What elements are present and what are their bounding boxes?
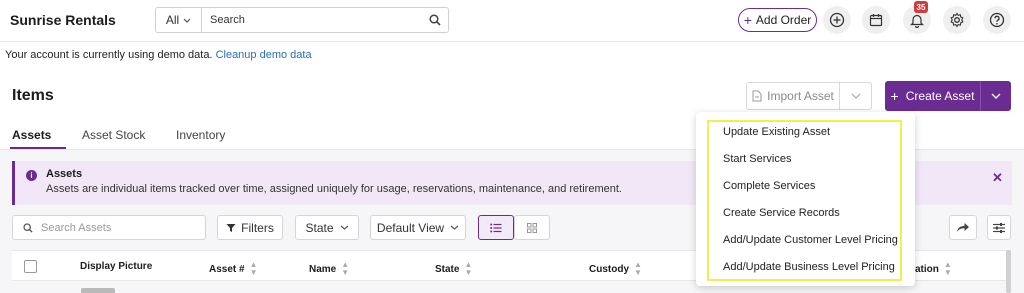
state-dropdown[interactable]: State	[295, 215, 359, 240]
create-dropdown-toggle[interactable]	[981, 81, 1011, 111]
menu-item-start-services[interactable]: Start Services	[723, 153, 791, 165]
info-banner-title: Assets	[46, 168, 83, 180]
view-label: Default View	[376, 220, 445, 235]
filters-label: Filters	[241, 220, 274, 235]
sliders-icon	[993, 222, 1005, 233]
calendar-icon[interactable]	[862, 6, 890, 34]
grid-view-toggle[interactable]	[514, 215, 550, 240]
search-assets-input[interactable]: Search Assets	[12, 215, 206, 240]
menu-item-update-existing-asset[interactable]: Update Existing Asset	[723, 126, 830, 138]
select-all-checkbox[interactable]	[24, 260, 37, 273]
add-circle-icon[interactable]	[823, 6, 851, 34]
state-label: State	[305, 220, 334, 235]
create-asset-label: Create Asset	[905, 89, 975, 103]
search-assets-placeholder: Search Assets	[41, 221, 112, 234]
tab-assets[interactable]: Assets	[12, 128, 51, 142]
import-asset-button: Import Asset	[746, 82, 872, 110]
top-bar: Sunrise Rentals All Search + Add Order 3…	[0, 0, 1024, 42]
column-settings-button[interactable]	[987, 215, 1011, 240]
active-tab-indicator	[10, 147, 66, 149]
column-location[interactable]: ation ▲ ▼	[915, 261, 952, 277]
column-label: State	[435, 263, 460, 275]
list-view-toggle[interactable]	[478, 215, 514, 240]
sort-icon: ▲ ▼	[464, 260, 473, 277]
page-title: Items	[12, 87, 54, 104]
plus-icon: +	[743, 12, 752, 28]
search-scope-select[interactable]: All	[156, 8, 202, 32]
asset-thumbnail	[81, 288, 115, 293]
column-custody[interactable]: Custody ▲ ▼	[589, 261, 642, 277]
chevron-down-icon	[340, 225, 348, 230]
add-order-label: Add Order	[755, 13, 812, 27]
create-asset-main[interactable]: + Create Asset	[885, 81, 981, 111]
highlight-box	[707, 120, 902, 281]
column-state[interactable]: State ▲ ▼	[435, 261, 472, 277]
import-dropdown-toggle[interactable]	[840, 83, 871, 109]
create-asset-menu: Update Existing Asset Start Services Com…	[696, 112, 915, 286]
search-input[interactable]: Search	[202, 14, 422, 26]
help-icon[interactable]	[983, 6, 1011, 34]
import-asset-main[interactable]: Import Asset	[747, 83, 840, 109]
gear-icon[interactable]	[943, 6, 971, 34]
filters-button[interactable]: Filters	[217, 215, 283, 240]
chevron-down-icon	[991, 93, 1001, 99]
tab-inventory[interactable]: Inventory	[176, 128, 225, 142]
info-icon: i	[26, 170, 37, 181]
global-search: All Search	[155, 7, 449, 33]
demo-notice-text: Your account is currently using demo dat…	[5, 49, 213, 61]
notification-badge: 35	[914, 1, 928, 13]
menu-item-create-service-records[interactable]: Create Service Records	[723, 207, 840, 219]
share-button[interactable]	[949, 215, 977, 240]
view-dropdown[interactable]: Default View	[370, 215, 466, 240]
column-label: Custody	[589, 263, 629, 275]
import-asset-label: Import Asset	[767, 89, 834, 103]
chevron-down-icon	[851, 93, 860, 99]
menu-item-customer-level-pricing[interactable]: Add/Update Customer Level Pricing	[723, 234, 898, 246]
sort-icon: ▲ ▼	[249, 260, 258, 277]
column-label: Display Picture	[80, 261, 153, 272]
plus-icon: +	[890, 88, 899, 104]
close-icon[interactable]: ✕	[992, 170, 1003, 186]
document-icon	[752, 90, 762, 102]
info-banner-description: Assets are individual items tracked over…	[46, 183, 622, 195]
create-asset-button: + Create Asset	[885, 81, 1011, 111]
sort-icon: ▲ ▼	[943, 260, 952, 277]
vertical-scrollbar[interactable]	[1006, 250, 1011, 293]
column-label: Asset #	[209, 263, 245, 275]
column-label: Name	[309, 263, 337, 275]
sort-icon: ▲ ▼	[634, 260, 642, 277]
add-order-button[interactable]: + Add Order	[738, 8, 817, 32]
funnel-icon	[226, 223, 236, 232]
column-display-picture[interactable]: Display Picture	[80, 261, 152, 272]
list-icon	[490, 223, 502, 232]
demo-notice: Your account is currently using demo dat…	[5, 49, 312, 61]
search-icon	[23, 222, 33, 233]
column-label: ation	[915, 263, 939, 275]
column-name[interactable]: Name ▲ ▼	[309, 261, 349, 277]
chevron-down-icon	[183, 18, 191, 23]
tab-asset-stock[interactable]: Asset Stock	[82, 128, 145, 142]
grid-icon	[527, 222, 537, 233]
column-asset-number[interactable]: Asset # ▲ ▼	[209, 261, 258, 277]
app-title[interactable]: Sunrise Rentals	[10, 12, 116, 28]
menu-item-complete-services[interactable]: Complete Services	[723, 180, 815, 192]
cleanup-demo-link[interactable]: Cleanup demo data	[216, 49, 312, 61]
search-scope-label: All	[165, 13, 180, 27]
sort-icon: ▲ ▼	[341, 260, 350, 277]
chevron-down-icon	[450, 225, 459, 230]
search-icon[interactable]	[422, 14, 448, 26]
share-arrow-icon	[957, 223, 969, 232]
menu-item-business-level-pricing[interactable]: Add/Update Business Level Pricing	[723, 261, 895, 273]
